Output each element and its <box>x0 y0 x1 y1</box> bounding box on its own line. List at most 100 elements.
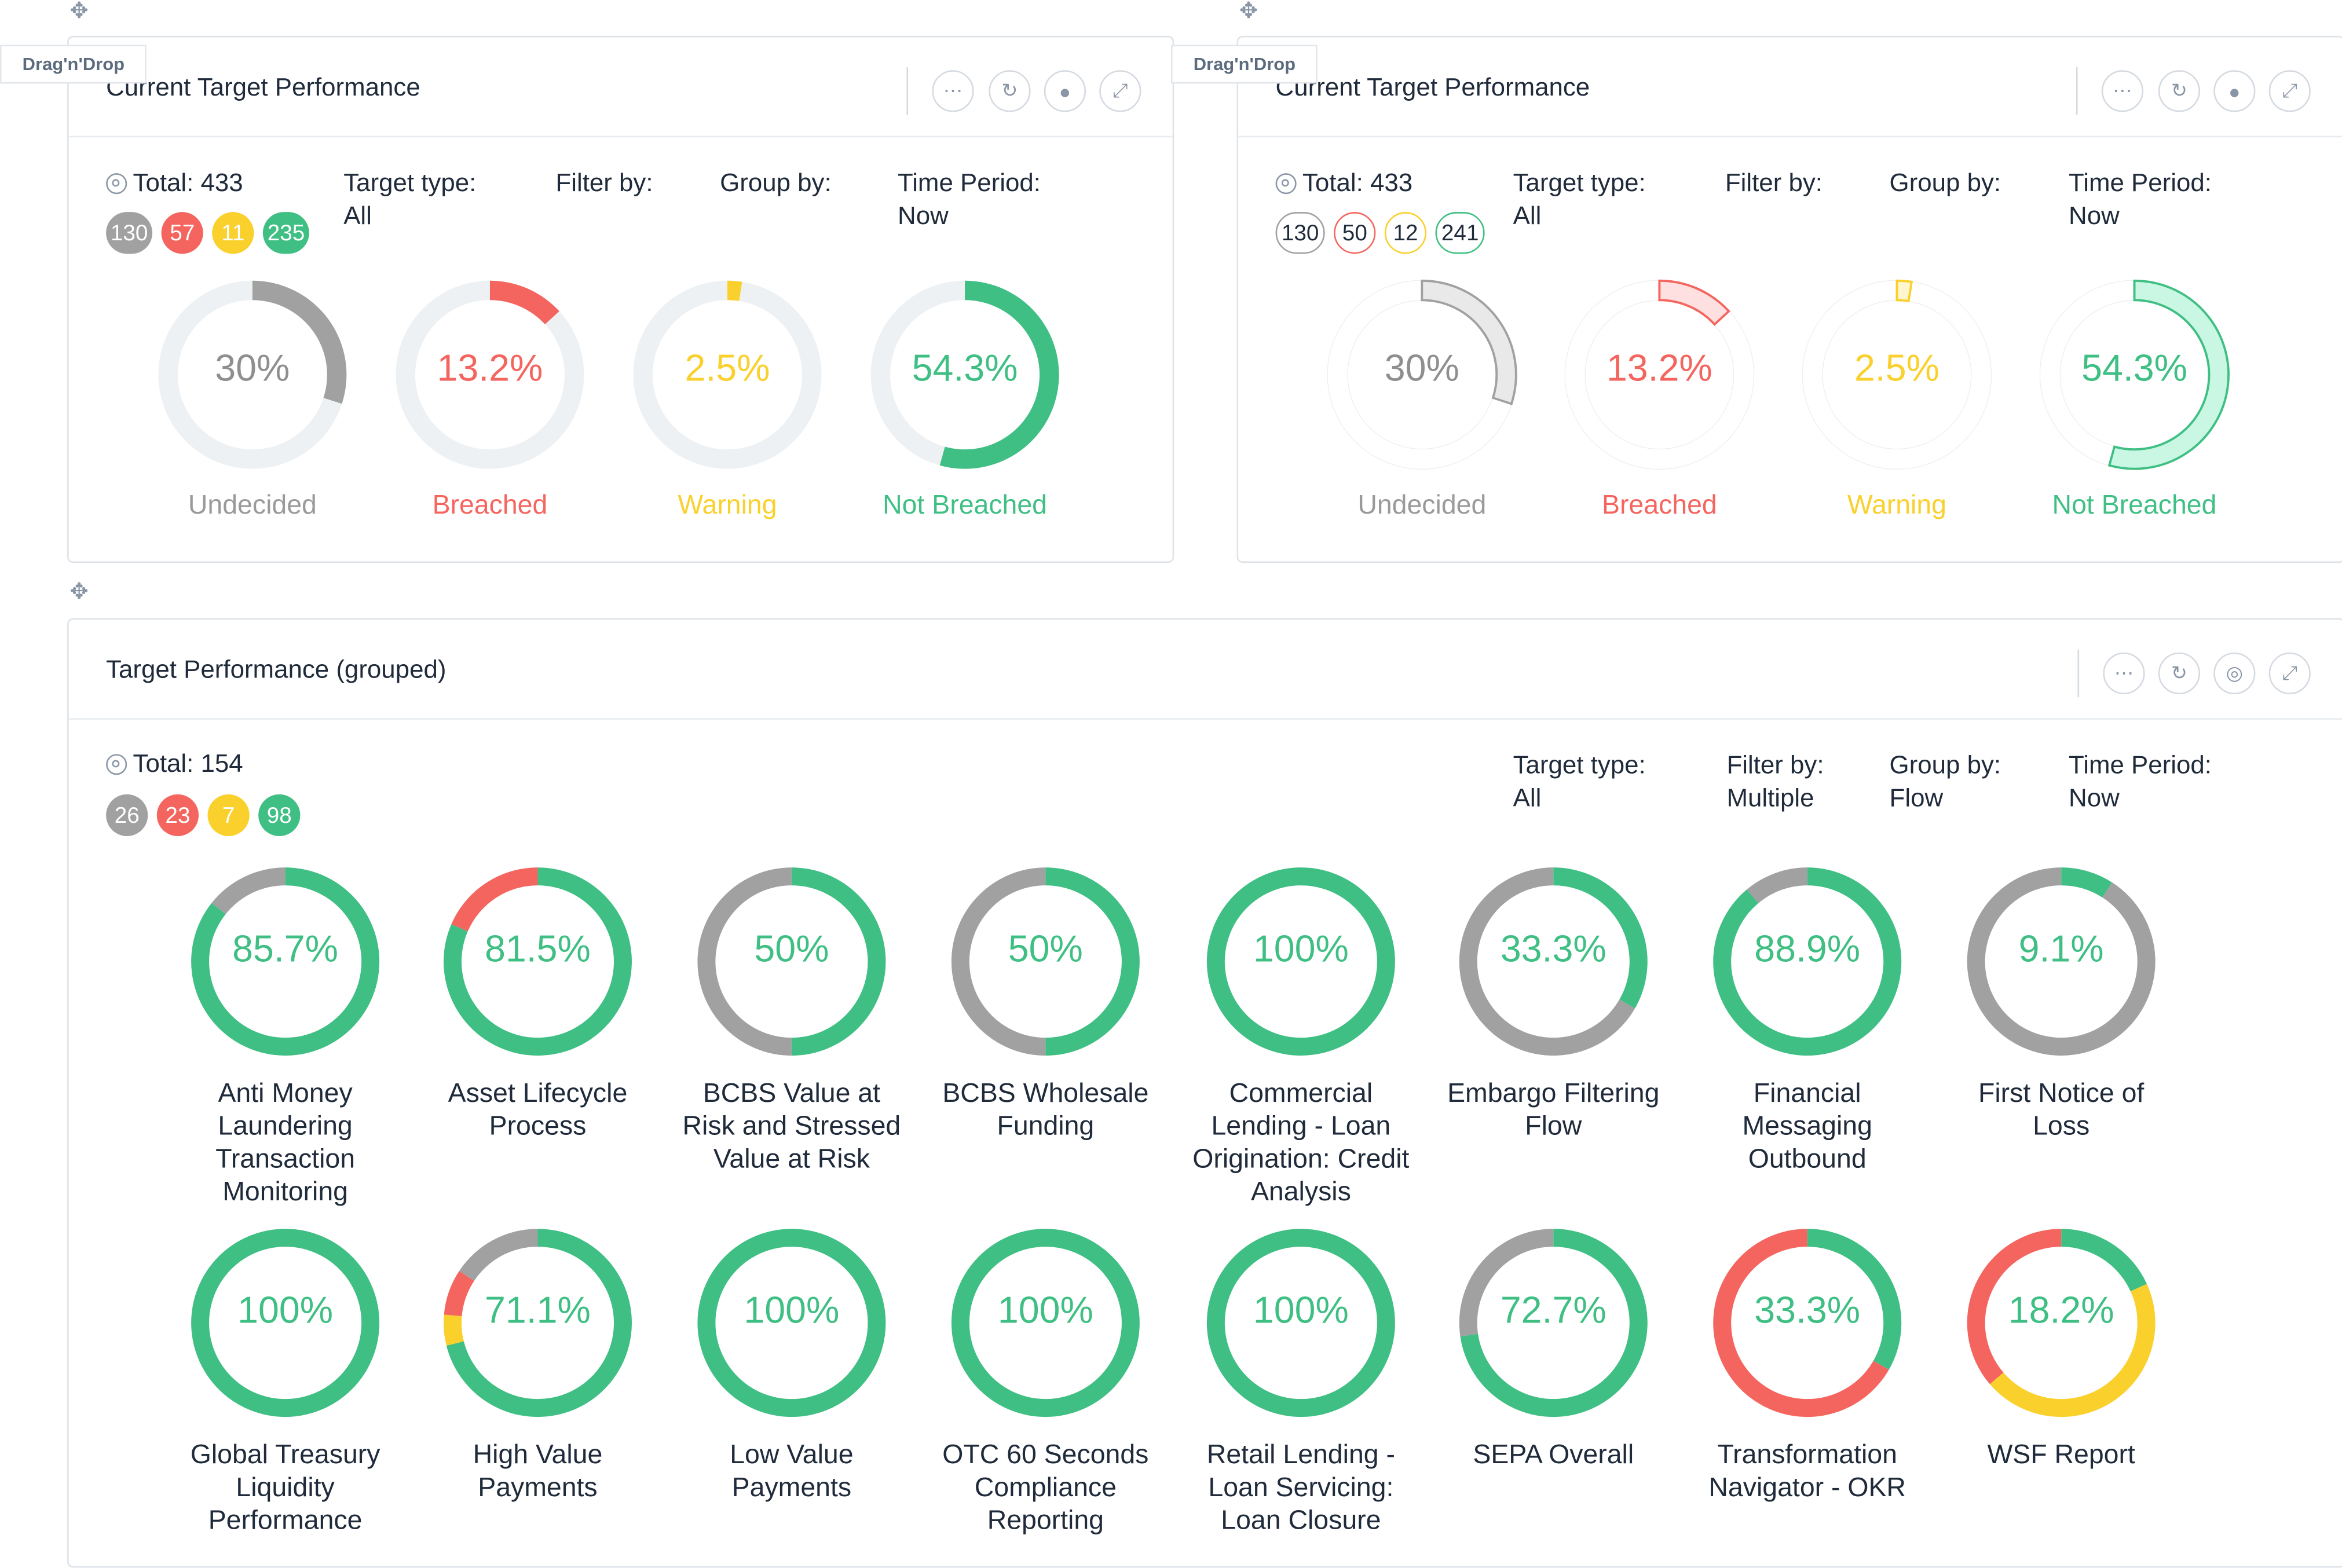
flow-donut-bcbs-value-at-risk-and-stressed-value-at-risk[interactable]: 50% BCBS Value at Risk and Stressed Value… <box>679 864 903 1175</box>
undecided-badge: 130 <box>106 212 153 254</box>
target-type-filter[interactable]: Target type: All <box>343 167 476 233</box>
warning-gauge[interactable]: 2.5% Warning <box>630 278 824 521</box>
breached-badge: 23 <box>156 794 199 837</box>
not-breached-badge: 235 <box>263 212 310 254</box>
flow-donut-first-notice-of-loss[interactable]: 9.1% First Notice of Loss <box>1949 864 2173 1142</box>
undecided-badge: 26 <box>106 794 148 837</box>
donut-label: BCBS Wholesale Funding <box>942 1078 1149 1141</box>
time-period-filter[interactable]: Time Period: Now <box>2069 167 2212 233</box>
gauge-label: Warning <box>1847 489 1947 520</box>
refresh-icon: ↻ <box>1001 79 1018 102</box>
total-text: Total: 154 <box>133 749 243 778</box>
user-icon: ● <box>2228 79 2241 102</box>
refresh-button[interactable]: ↻ <box>989 70 1031 112</box>
group-by-filter[interactable]: Group by: <box>1890 167 2001 200</box>
not-breached-badge: 241 <box>1435 212 1485 254</box>
donut-label: Transformation Navigator - OKR <box>1708 1439 1906 1503</box>
refresh-button[interactable]: ↻ <box>2158 652 2201 695</box>
user-button[interactable]: ● <box>1044 70 1086 112</box>
expand-button[interactable]: ⤢ <box>1099 70 1141 112</box>
warning-gauge[interactable]: 2.5% Warning <box>1800 278 1994 521</box>
user-icon: ● <box>1059 79 1071 102</box>
group-by-label: Group by: <box>1889 751 2001 780</box>
target-icon <box>106 173 127 195</box>
group-by-filter[interactable]: Group by: <box>720 167 832 200</box>
donut-label: OTC 60 Seconds Compliance Reporting <box>942 1439 1149 1535</box>
flow-donut-bcbs-wholesale-funding[interactable]: 50% BCBS Wholesale Funding <box>934 864 1158 1142</box>
group-by-label: Group by: <box>1889 168 2001 197</box>
filter-by-filter[interactable]: Filter by: Multiple <box>1726 749 1824 815</box>
flow-donut-global-treasury-liquidity-performance[interactable]: 100% Global Treasury Liquidity Performanc… <box>173 1226 397 1536</box>
flow-donut-low-value-payments[interactable]: 100% Low Value Payments <box>679 1226 903 1504</box>
flow-donut-high-value-payments[interactable]: 71.1% High Value Payments <box>426 1226 650 1504</box>
flow-donut-sepa-overall[interactable]: 72.7% SEPA Overall <box>1441 1226 1666 1471</box>
move-icon[interactable]: ✥ <box>67 0 91 24</box>
gauge-percentage: 30% <box>215 347 290 390</box>
time-period-filter[interactable]: Time Period: Now <box>2069 749 2212 815</box>
donut-percentage: 100% <box>997 1289 1093 1332</box>
not-breached-gauge[interactable]: 54.3% Not Breached <box>868 278 1062 521</box>
more-button[interactable]: ⋯ <box>2103 652 2145 695</box>
expand-button[interactable]: ⤢ <box>2268 70 2311 112</box>
globe-button[interactable]: ◎ <box>2213 652 2256 695</box>
target-type-filter[interactable]: Target type: All <box>1513 167 1646 233</box>
status-badges: 130 57 11 235 <box>106 212 310 254</box>
gauge-label: Undecided <box>1357 489 1487 520</box>
time-period-filter[interactable]: Time Period: Now <box>898 167 1041 233</box>
group-by-filter[interactable]: Group by: Flow <box>1890 749 2001 815</box>
gauge-arc-red <box>489 280 559 325</box>
undecided-gauge[interactable]: 30% Undecided <box>1325 278 1519 521</box>
more-button[interactable]: ⋯ <box>932 70 974 112</box>
filter-by-filter[interactable]: Filter by: <box>555 167 653 200</box>
refresh-button[interactable]: ↻ <box>2158 70 2201 112</box>
gauge-percentage: 2.5% <box>1854 347 1940 390</box>
filter-by-label: Filter by: <box>1725 168 1823 197</box>
donut-label: Global Treasury Liquidity Performance <box>190 1439 380 1535</box>
not-breached-gauge[interactable]: 54.3% Not Breached <box>2037 278 2231 521</box>
panel-title: Current Target Performance <box>106 73 420 102</box>
move-icon[interactable]: ✥ <box>67 580 91 605</box>
warning-badge: 7 <box>207 794 250 837</box>
time-period-label: Time Period: <box>898 168 1041 197</box>
panel-title: Target Performance (grouped) <box>106 655 447 684</box>
gauge-percentage: 2.5% <box>685 347 770 390</box>
move-icon[interactable]: ✥ <box>1236 0 1260 24</box>
flow-donut-transformation-navigator-okr[interactable]: 33.3% Transformation Navigator - OKR <box>1695 1226 1919 1504</box>
flow-donut-anti-money-laundering-transaction-monitoring[interactable]: 85.7% Anti Money Laundering Transaction M… <box>173 864 397 1208</box>
donut-percentage: 100% <box>1253 1289 1349 1332</box>
donut-label: Retail Lending - Loan Servicing: Loan Cl… <box>1206 1439 1396 1535</box>
expand-button[interactable]: ⤢ <box>2268 652 2311 695</box>
flow-donut-otc-60-seconds-compliance-reporting[interactable]: 100% OTC 60 Seconds Compliance Reporting <box>934 1226 1158 1536</box>
flow-donut-asset-lifecycle-process[interactable]: 81.5% Asset Lifecycle Process <box>426 864 650 1142</box>
donut-percentage: 100% <box>237 1289 334 1332</box>
flow-donut-wsf-report[interactable]: 18.2% WSF Report <box>1949 1226 2173 1471</box>
more-icon: ⋯ <box>943 79 963 102</box>
time-period-value: Now <box>2069 783 2120 812</box>
donut-percentage: 33.3% <box>1500 928 1607 971</box>
target-icon <box>1275 173 1297 195</box>
donut-percentage: 9.1% <box>2018 928 2104 971</box>
donut-label: Embargo Filtering Flow <box>1447 1078 1660 1141</box>
flow-donut-commercial-lending-loan-origination-credit-analysis[interactable]: 100% Commercial Lending - Loan Originatio… <box>1189 864 1413 1208</box>
more-button[interactable]: ⋯ <box>2101 70 2144 112</box>
breached-gauge[interactable]: 13.2% Breached <box>1562 278 1756 521</box>
drag-and-drop-label[interactable]: Drag'n'Drop <box>1171 45 1318 84</box>
target-type-filter[interactable]: Target type: All <box>1513 749 1646 815</box>
total-count: Total: 433 <box>106 168 243 199</box>
total-text: Total: 433 <box>133 168 243 197</box>
gauge-percentage: 54.3% <box>912 347 1018 390</box>
breached-badge: 50 <box>1334 212 1376 254</box>
filter-by-filter[interactable]: Filter by: <box>1725 167 1823 200</box>
drag-and-drop-label[interactable]: Drag'n'Drop <box>0 45 147 84</box>
breached-gauge[interactable]: 13.2% Breached <box>393 278 587 521</box>
donut-label: Commercial Lending - Loan Origination: C… <box>1192 1078 1410 1207</box>
donut-percentage: 50% <box>1008 928 1083 971</box>
flow-donut-embargo-filtering-flow[interactable]: 33.3% Embargo Filtering Flow <box>1441 864 1666 1142</box>
user-button[interactable]: ● <box>2213 70 2256 112</box>
donut-segment-gray <box>211 867 286 914</box>
flow-donut-retail-lending-loan-servicing-loan-closure[interactable]: 100% Retail Lending - Loan Servicing: Loa… <box>1189 1226 1413 1536</box>
dashboard: ✥ ✥ ✥ Drag'n'Drop Drag'n'Drop Current Ta… <box>0 0 2342 1568</box>
flow-donut-financial-messaging-outbound[interactable]: 88.9% Financial Messaging Outbound <box>1695 864 1919 1175</box>
target-type-value: All <box>343 202 372 230</box>
undecided-gauge[interactable]: 30% Undecided <box>155 278 349 521</box>
